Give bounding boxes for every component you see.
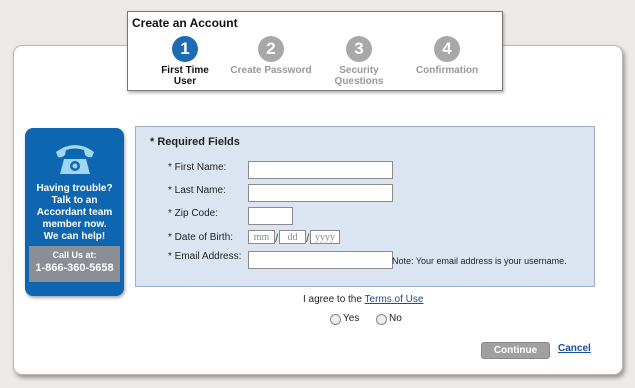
- step-confirmation: 4 Confirmation: [402, 36, 492, 76]
- first-name-label: * First Name:: [168, 162, 227, 173]
- yes-radio[interactable]: [330, 314, 341, 325]
- help-box: Having trouble? Talk to an Accordant tea…: [25, 128, 124, 296]
- email-input[interactable]: [248, 251, 393, 269]
- dob-year-input[interactable]: yyyy: [310, 230, 340, 244]
- step-2-label: Create Password: [230, 65, 312, 76]
- last-name-input[interactable]: [248, 184, 393, 202]
- step-3-number: 3: [346, 36, 372, 62]
- dob-month-input[interactable]: mm: [248, 230, 275, 244]
- step-security-questions: 3 Security Questions: [314, 36, 404, 87]
- step-1-label: First Time User: [161, 65, 209, 87]
- step-2-number: 2: [258, 36, 284, 62]
- step-create-password: 2 Create Password: [226, 36, 316, 76]
- cancel-link[interactable]: Cancel: [558, 343, 591, 354]
- continue-button[interactable]: Continue: [481, 342, 550, 359]
- phone-number: 1-866-360-5658: [35, 262, 114, 274]
- page-title: Create an Account: [132, 16, 238, 30]
- no-radio[interactable]: [376, 314, 387, 325]
- dob-day-input[interactable]: dd: [279, 230, 306, 244]
- phone-icon: [56, 145, 94, 174]
- step-4-label: Confirmation: [415, 65, 479, 76]
- step-1-number: 1: [172, 36, 198, 62]
- step-first-time-user: 1 First Time User: [140, 36, 230, 87]
- yes-label: Yes: [343, 313, 360, 324]
- email-note: Note: Your email address is your usernam…: [392, 256, 567, 266]
- dob-separator: /: [275, 231, 279, 245]
- terms-of-use-link[interactable]: Terms of Use: [365, 294, 424, 305]
- zip-code-input[interactable]: [248, 207, 293, 225]
- dob-separator: /: [306, 231, 310, 245]
- registration-form: * Required Fields * First Name: * Last N…: [135, 126, 595, 287]
- call-us-label: Call Us at:: [52, 250, 97, 260]
- step-3-label: Security Questions: [334, 65, 384, 87]
- step-4-number: 4: [434, 36, 460, 62]
- first-name-input[interactable]: [248, 161, 393, 179]
- help-message: Having trouble? Talk to an Accordant tea…: [36, 183, 113, 242]
- agree-text: I agree to the: [303, 294, 362, 305]
- date-of-birth-label: * Date of Birth:: [168, 232, 234, 243]
- last-name-label: * Last Name:: [168, 185, 226, 196]
- required-fields-note: * Required Fields: [150, 136, 240, 148]
- email-label: * Email Address:: [168, 251, 242, 262]
- progress-header: Create an Account 1 First Time User 2 Cr…: [127, 11, 503, 91]
- zip-code-label: * Zip Code:: [168, 208, 219, 219]
- terms-agreement: I agree to the Terms of Use: [303, 294, 423, 305]
- call-us-box: Call Us at: 1-866-360-5658: [29, 246, 120, 282]
- no-label: No: [389, 313, 402, 324]
